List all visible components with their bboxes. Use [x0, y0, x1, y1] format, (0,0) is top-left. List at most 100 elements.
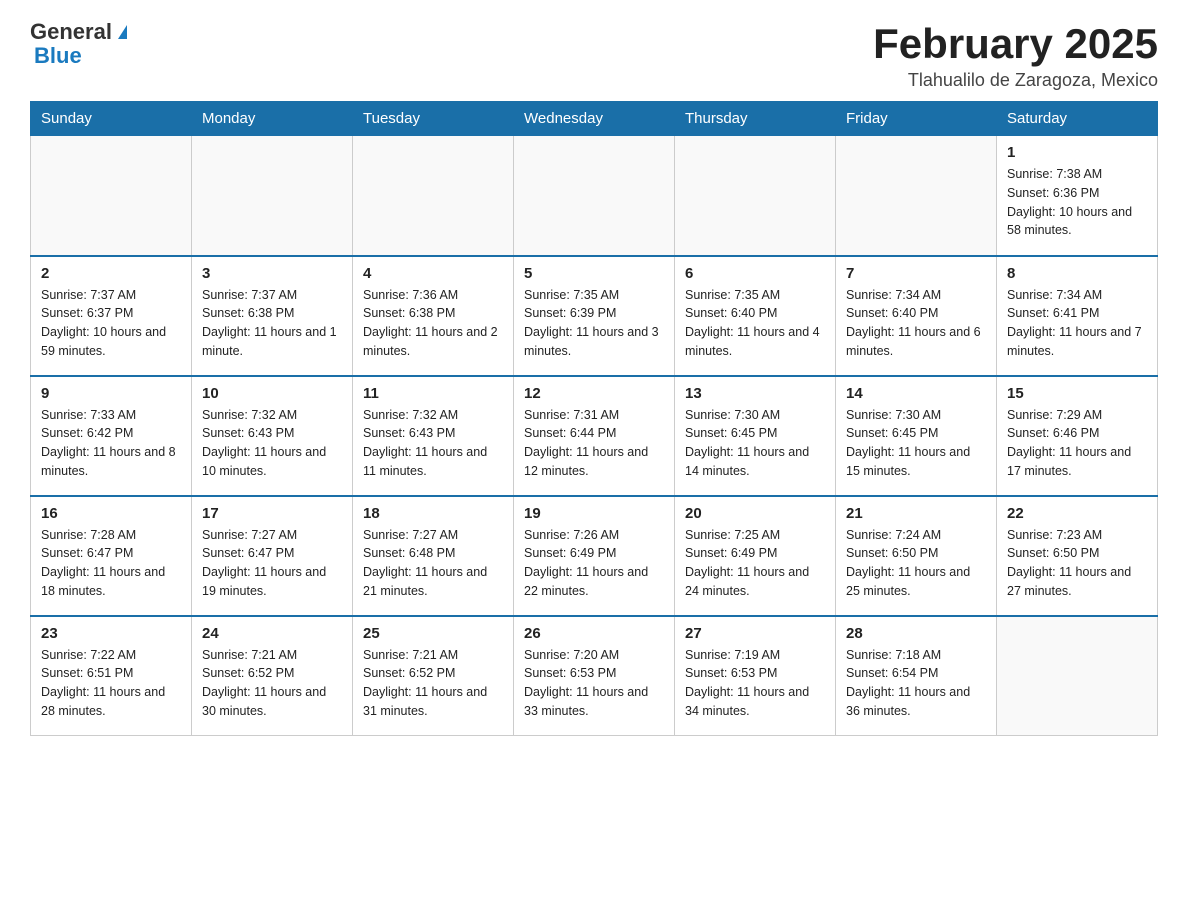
weekday-header-thursday: Thursday	[675, 102, 836, 136]
day-number: 9	[41, 385, 181, 402]
day-number: 8	[1007, 265, 1147, 282]
weekday-header-row: SundayMondayTuesdayWednesdayThursdayFrid…	[31, 102, 1158, 136]
calendar-day-cell	[997, 616, 1158, 736]
day-number: 25	[363, 625, 503, 642]
calendar-week-row: 16 Sunrise: 7:28 AM Sunset: 6:47 PM Dayli…	[31, 496, 1158, 616]
day-info: Sunrise: 7:21 AM Sunset: 6:52 PM Dayligh…	[363, 646, 503, 721]
day-info: Sunrise: 7:32 AM Sunset: 6:43 PM Dayligh…	[202, 406, 342, 481]
weekday-header-sunday: Sunday	[31, 102, 192, 136]
calendar-day-cell: 23Sunrise: 7:22 AM Sunset: 6:51 PM Dayli…	[31, 616, 192, 736]
day-info: Sunrise: 7:19 AM Sunset: 6:53 PM Dayligh…	[685, 646, 825, 721]
day-info: Sunrise: 7:28 AM Sunset: 6:47 PM Dayligh…	[41, 526, 181, 601]
calendar-week-row: 1 Sunrise: 7:38 AM Sunset: 6:36 PM Daylig…	[31, 136, 1158, 256]
calendar-day-cell: 6Sunrise: 7:35 AM Sunset: 6:40 PM Daylig…	[675, 256, 836, 376]
header-right: February 2025 Tlahualilo de Zaragoza, Me…	[873, 20, 1158, 91]
day-info: Sunrise: 7:29 AM Sunset: 6:46 PM Dayligh…	[1007, 406, 1147, 481]
day-info: Sunrise: 7:35 AM Sunset: 6:39 PM Dayligh…	[524, 286, 664, 361]
calendar-day-cell: 10 Sunrise: 7:32 AM Sunset: 6:43 PM Dayli…	[192, 376, 353, 496]
logo: General Blue	[30, 20, 127, 68]
day-number: 11	[363, 385, 503, 402]
day-number: 21	[846, 505, 986, 522]
day-info: Sunrise: 7:37 AM Sunset: 6:37 PM Dayligh…	[41, 286, 181, 361]
day-info: Sunrise: 7:36 AM Sunset: 6:38 PM Dayligh…	[363, 286, 503, 361]
day-number: 20	[685, 505, 825, 522]
calendar-day-cell: 16 Sunrise: 7:28 AM Sunset: 6:47 PM Dayli…	[31, 496, 192, 616]
day-info: Sunrise: 7:33 AM Sunset: 6:42 PM Dayligh…	[41, 406, 181, 481]
calendar-day-cell: 1 Sunrise: 7:38 AM Sunset: 6:36 PM Daylig…	[997, 136, 1158, 256]
day-number: 6	[685, 265, 825, 282]
calendar-day-cell	[192, 136, 353, 256]
page-header: General Blue February 2025 Tlahualilo de…	[30, 20, 1158, 91]
calendar-day-cell: 11 Sunrise: 7:32 AM Sunset: 6:43 PM Dayli…	[353, 376, 514, 496]
calendar-day-cell	[514, 136, 675, 256]
calendar-day-cell: 28Sunrise: 7:18 AM Sunset: 6:54 PM Dayli…	[836, 616, 997, 736]
day-info: Sunrise: 7:34 AM Sunset: 6:40 PM Dayligh…	[846, 286, 986, 361]
day-number: 27	[685, 625, 825, 642]
calendar-day-cell: 20 Sunrise: 7:25 AM Sunset: 6:49 PM Dayli…	[675, 496, 836, 616]
calendar-day-cell: 12Sunrise: 7:31 AM Sunset: 6:44 PM Dayli…	[514, 376, 675, 496]
day-info: Sunrise: 7:32 AM Sunset: 6:43 PM Dayligh…	[363, 406, 503, 481]
day-number: 10	[202, 385, 342, 402]
day-number: 15	[1007, 385, 1147, 402]
day-info: Sunrise: 7:21 AM Sunset: 6:52 PM Dayligh…	[202, 646, 342, 721]
logo-blue-text: Blue	[34, 44, 127, 68]
day-info: Sunrise: 7:34 AM Sunset: 6:41 PM Dayligh…	[1007, 286, 1147, 361]
calendar-day-cell	[836, 136, 997, 256]
calendar-day-cell: 22Sunrise: 7:23 AM Sunset: 6:50 PM Dayli…	[997, 496, 1158, 616]
day-info: Sunrise: 7:20 AM Sunset: 6:53 PM Dayligh…	[524, 646, 664, 721]
day-info: Sunrise: 7:38 AM Sunset: 6:36 PM Dayligh…	[1007, 165, 1147, 240]
calendar-day-cell: 19 Sunrise: 7:26 AM Sunset: 6:49 PM Dayli…	[514, 496, 675, 616]
calendar-day-cell: 9 Sunrise: 7:33 AM Sunset: 6:42 PM Daylig…	[31, 376, 192, 496]
day-info: Sunrise: 7:27 AM Sunset: 6:47 PM Dayligh…	[202, 526, 342, 601]
day-number: 4	[363, 265, 503, 282]
calendar-week-row: 2 Sunrise: 7:37 AM Sunset: 6:37 PM Daylig…	[31, 256, 1158, 376]
day-number: 17	[202, 505, 342, 522]
day-info: Sunrise: 7:26 AM Sunset: 6:49 PM Dayligh…	[524, 526, 664, 601]
weekday-header-tuesday: Tuesday	[353, 102, 514, 136]
location: Tlahualilo de Zaragoza, Mexico	[873, 70, 1158, 91]
day-number: 7	[846, 265, 986, 282]
day-info: Sunrise: 7:25 AM Sunset: 6:49 PM Dayligh…	[685, 526, 825, 601]
day-number: 1	[1007, 144, 1147, 161]
day-number: 19	[524, 505, 664, 522]
calendar-day-cell: 14 Sunrise: 7:30 AM Sunset: 6:45 PM Dayli…	[836, 376, 997, 496]
calendar-day-cell	[675, 136, 836, 256]
calendar-day-cell: 8 Sunrise: 7:34 AM Sunset: 6:41 PM Daylig…	[997, 256, 1158, 376]
day-info: Sunrise: 7:30 AM Sunset: 6:45 PM Dayligh…	[846, 406, 986, 481]
calendar-week-row: 9 Sunrise: 7:33 AM Sunset: 6:42 PM Daylig…	[31, 376, 1158, 496]
weekday-header-saturday: Saturday	[997, 102, 1158, 136]
calendar-day-cell: 4 Sunrise: 7:36 AM Sunset: 6:38 PM Daylig…	[353, 256, 514, 376]
calendar-day-cell: 17 Sunrise: 7:27 AM Sunset: 6:47 PM Dayli…	[192, 496, 353, 616]
calendar-week-row: 23Sunrise: 7:22 AM Sunset: 6:51 PM Dayli…	[31, 616, 1158, 736]
day-number: 5	[524, 265, 664, 282]
calendar-day-cell	[31, 136, 192, 256]
day-number: 16	[41, 505, 181, 522]
calendar-day-cell: 13Sunrise: 7:30 AM Sunset: 6:45 PM Dayli…	[675, 376, 836, 496]
day-number: 26	[524, 625, 664, 642]
calendar-day-cell: 25 Sunrise: 7:21 AM Sunset: 6:52 PM Dayli…	[353, 616, 514, 736]
calendar-day-cell: 26 Sunrise: 7:20 AM Sunset: 6:53 PM Dayli…	[514, 616, 675, 736]
calendar-table: SundayMondayTuesdayWednesdayThursdayFrid…	[30, 101, 1158, 736]
day-info: Sunrise: 7:22 AM Sunset: 6:51 PM Dayligh…	[41, 646, 181, 721]
day-number: 3	[202, 265, 342, 282]
calendar-day-cell: 18 Sunrise: 7:27 AM Sunset: 6:48 PM Dayli…	[353, 496, 514, 616]
day-info: Sunrise: 7:27 AM Sunset: 6:48 PM Dayligh…	[363, 526, 503, 601]
calendar-day-cell: 7 Sunrise: 7:34 AM Sunset: 6:40 PM Daylig…	[836, 256, 997, 376]
day-number: 18	[363, 505, 503, 522]
day-number: 24	[202, 625, 342, 642]
day-info: Sunrise: 7:31 AM Sunset: 6:44 PM Dayligh…	[524, 406, 664, 481]
calendar-day-cell: 5 Sunrise: 7:35 AM Sunset: 6:39 PM Daylig…	[514, 256, 675, 376]
calendar-day-cell: 2 Sunrise: 7:37 AM Sunset: 6:37 PM Daylig…	[31, 256, 192, 376]
calendar-day-cell: 24 Sunrise: 7:21 AM Sunset: 6:52 PM Dayli…	[192, 616, 353, 736]
day-info: Sunrise: 7:24 AM Sunset: 6:50 PM Dayligh…	[846, 526, 986, 601]
weekday-header-monday: Monday	[192, 102, 353, 136]
weekday-header-wednesday: Wednesday	[514, 102, 675, 136]
day-info: Sunrise: 7:23 AM Sunset: 6:50 PM Dayligh…	[1007, 526, 1147, 601]
day-number: 14	[846, 385, 986, 402]
day-info: Sunrise: 7:37 AM Sunset: 6:38 PM Dayligh…	[202, 286, 342, 361]
calendar-day-cell: 15 Sunrise: 7:29 AM Sunset: 6:46 PM Dayli…	[997, 376, 1158, 496]
day-info: Sunrise: 7:30 AM Sunset: 6:45 PM Dayligh…	[685, 406, 825, 481]
month-title: February 2025	[873, 20, 1158, 68]
day-number: 2	[41, 265, 181, 282]
calendar-day-cell	[353, 136, 514, 256]
